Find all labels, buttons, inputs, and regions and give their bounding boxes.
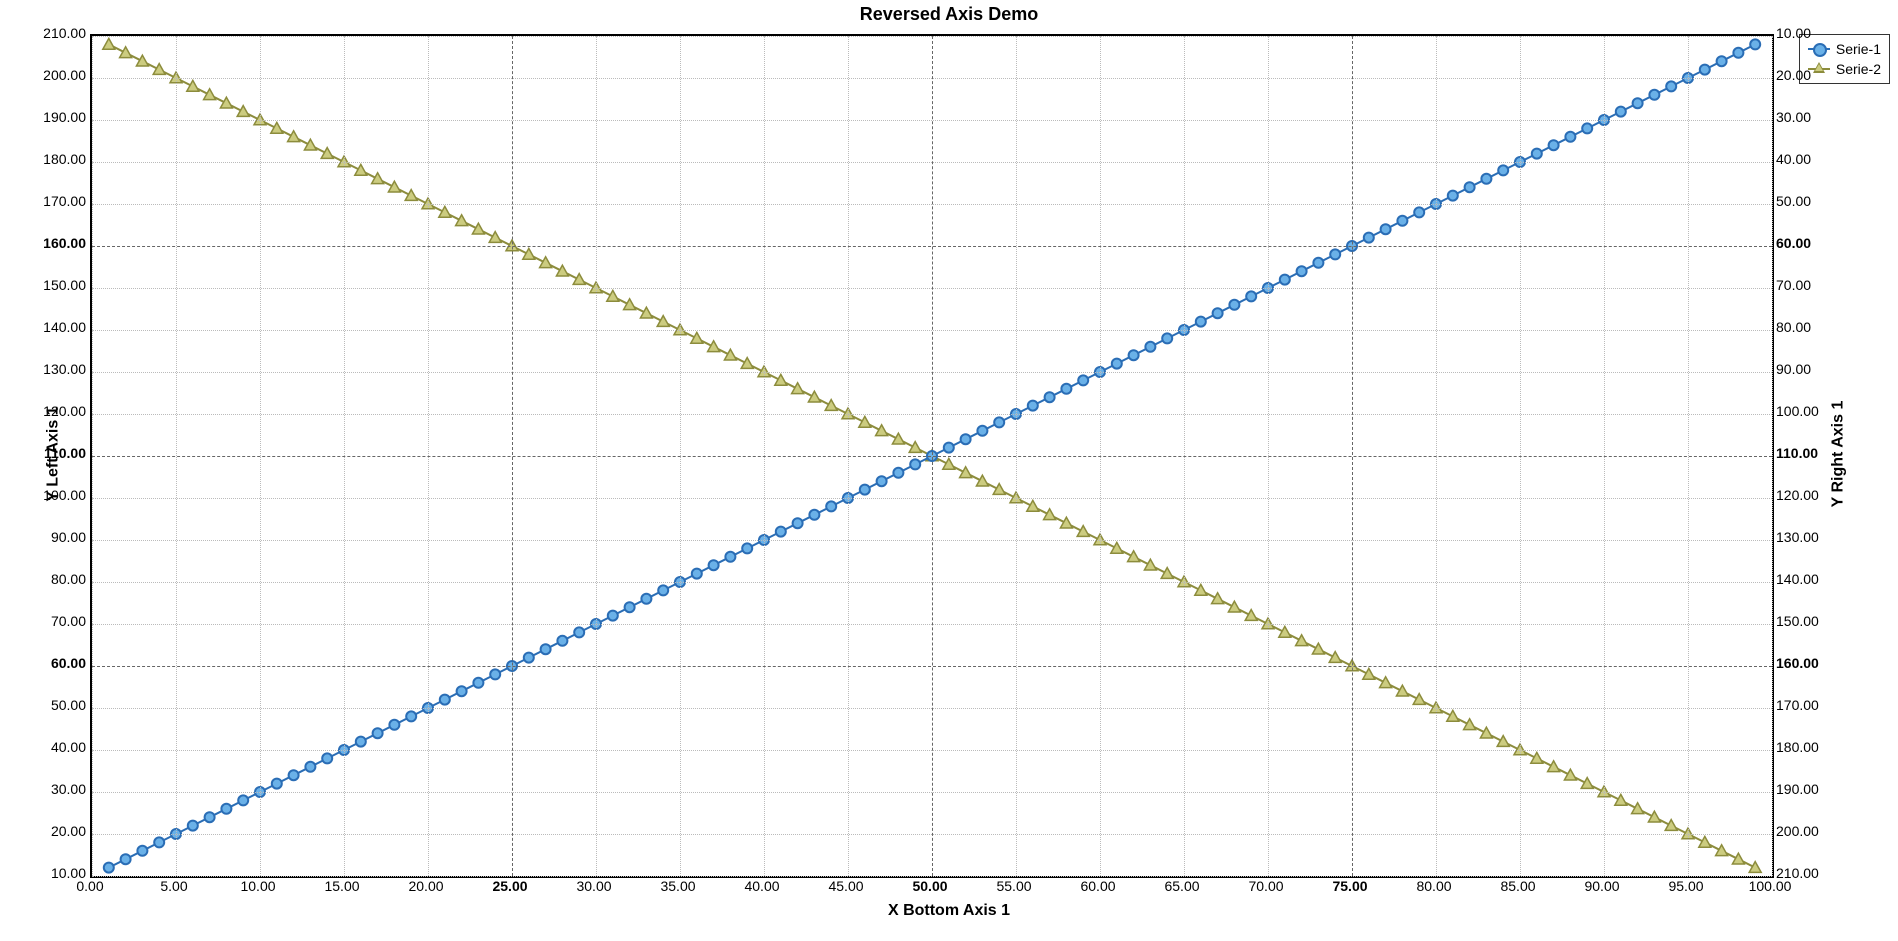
x-tick-label: 15.00 [324,878,359,894]
gridline-h [92,498,1772,499]
gridline-h [92,540,1772,541]
y-left-tick-label: 210.00 [43,25,86,41]
x-tick-label: 25.00 [492,878,527,894]
x-tick-label: 60.00 [1080,878,1115,894]
y-right-axis-label: Y Right Axis 1 [1830,401,1848,508]
gridline-h [92,792,1772,793]
triangle-marker-icon [1808,68,1830,70]
x-tick-label: 30.00 [576,878,611,894]
y-left-tick-label: 20.00 [51,823,86,839]
y-left-tick-label: 150.00 [43,277,86,293]
y-left-tick-label: 190.00 [43,109,86,125]
y-right-tick-label: 120.00 [1776,487,1819,503]
gridline-h [92,834,1772,835]
gridline-h [92,288,1772,289]
y-right-tick-label: 170.00 [1776,697,1819,713]
x-tick-label: 95.00 [1668,878,1703,894]
y-right-tick-label: 150.00 [1776,613,1819,629]
x-tick-label: 75.00 [1332,878,1367,894]
y-right-tick-label: 70.00 [1776,277,1811,293]
y-right-tick-label: 100.00 [1776,403,1819,419]
gridline-h [92,750,1772,751]
legend: Serie-1 Serie-2 [1799,34,1890,84]
y-right-tick-label: 60.00 [1776,235,1811,251]
x-tick-label: 20.00 [408,878,443,894]
y-left-tick-label: 180.00 [43,151,86,167]
x-tick-label: 35.00 [660,878,695,894]
y-right-tick-label: 90.00 [1776,361,1811,377]
gridline-h [92,204,1772,205]
legend-label: Serie-2 [1836,61,1881,77]
gridline-v [1772,36,1773,876]
y-right-tick-label: 110.00 [1776,445,1818,461]
gridline-h [92,162,1772,163]
x-tick-label: 65.00 [1164,878,1199,894]
gridline-h [92,372,1772,373]
plot-area[interactable] [90,34,1774,878]
x-tick-label: 90.00 [1584,878,1619,894]
y-left-tick-label: 110.00 [44,445,86,461]
circle-marker-icon [1808,48,1830,50]
y-left-tick-label: 120.00 [43,403,86,419]
y-right-tick-label: 50.00 [1776,193,1811,209]
gridline-h [92,624,1772,625]
x-tick-label: 5.00 [160,878,187,894]
y-left-tick-label: 10.00 [51,865,86,881]
gridline-h [92,414,1772,415]
gridline-h [92,876,1772,877]
y-right-tick-label: 80.00 [1776,319,1811,335]
gridline-h [92,666,1772,667]
y-right-tick-label: 10.00 [1776,25,1811,41]
y-left-tick-label: 200.00 [43,67,86,83]
x-tick-label: 40.00 [744,878,779,894]
chart-title: Reversed Axis Demo [0,4,1898,25]
y-left-tick-label: 80.00 [51,571,86,587]
y-left-tick-label: 50.00 [51,697,86,713]
chart-container: Reversed Axis Demo Y Left Axis 1 Y Right… [0,0,1898,941]
gridline-h [92,120,1772,121]
y-left-tick-label: 70.00 [51,613,86,629]
legend-item-serie1[interactable]: Serie-1 [1808,39,1881,59]
gridline-h [92,330,1772,331]
y-left-tick-label: 90.00 [51,529,86,545]
y-right-tick-label: 190.00 [1776,781,1819,797]
gridline-h [92,78,1772,79]
y-right-tick-label: 20.00 [1776,67,1811,83]
y-left-tick-label: 170.00 [43,193,86,209]
y-left-tick-label: 30.00 [51,781,86,797]
legend-label: Serie-1 [1836,41,1881,57]
y-right-tick-label: 180.00 [1776,739,1819,755]
gridline-h [92,708,1772,709]
y-right-tick-label: 130.00 [1776,529,1819,545]
y-right-tick-label: 40.00 [1776,151,1811,167]
x-tick-label: 70.00 [1248,878,1283,894]
legend-item-serie2[interactable]: Serie-2 [1808,59,1881,79]
y-right-tick-label: 210.00 [1776,865,1819,881]
x-tick-label: 50.00 [912,878,947,894]
gridline-h [92,246,1772,247]
x-tick-label: 10.00 [240,878,275,894]
x-tick-label: 85.00 [1500,878,1535,894]
y-right-tick-label: 200.00 [1776,823,1819,839]
gridline-h [92,582,1772,583]
x-tick-label: 80.00 [1416,878,1451,894]
x-axis-label: X Bottom Axis 1 [0,902,1898,920]
gridline-h [92,456,1772,457]
y-left-tick-label: 60.00 [51,655,86,671]
y-right-tick-label: 160.00 [1776,655,1819,671]
y-left-tick-label: 40.00 [51,739,86,755]
y-left-tick-label: 130.00 [43,361,86,377]
y-left-tick-label: 100.00 [43,487,86,503]
x-tick-label: 55.00 [996,878,1031,894]
y-left-tick-label: 140.00 [43,319,86,335]
y-right-tick-label: 30.00 [1776,109,1811,125]
x-tick-label: 45.00 [828,878,863,894]
gridline-h [92,36,1772,37]
y-left-tick-label: 160.00 [43,235,86,251]
y-right-tick-label: 140.00 [1776,571,1819,587]
